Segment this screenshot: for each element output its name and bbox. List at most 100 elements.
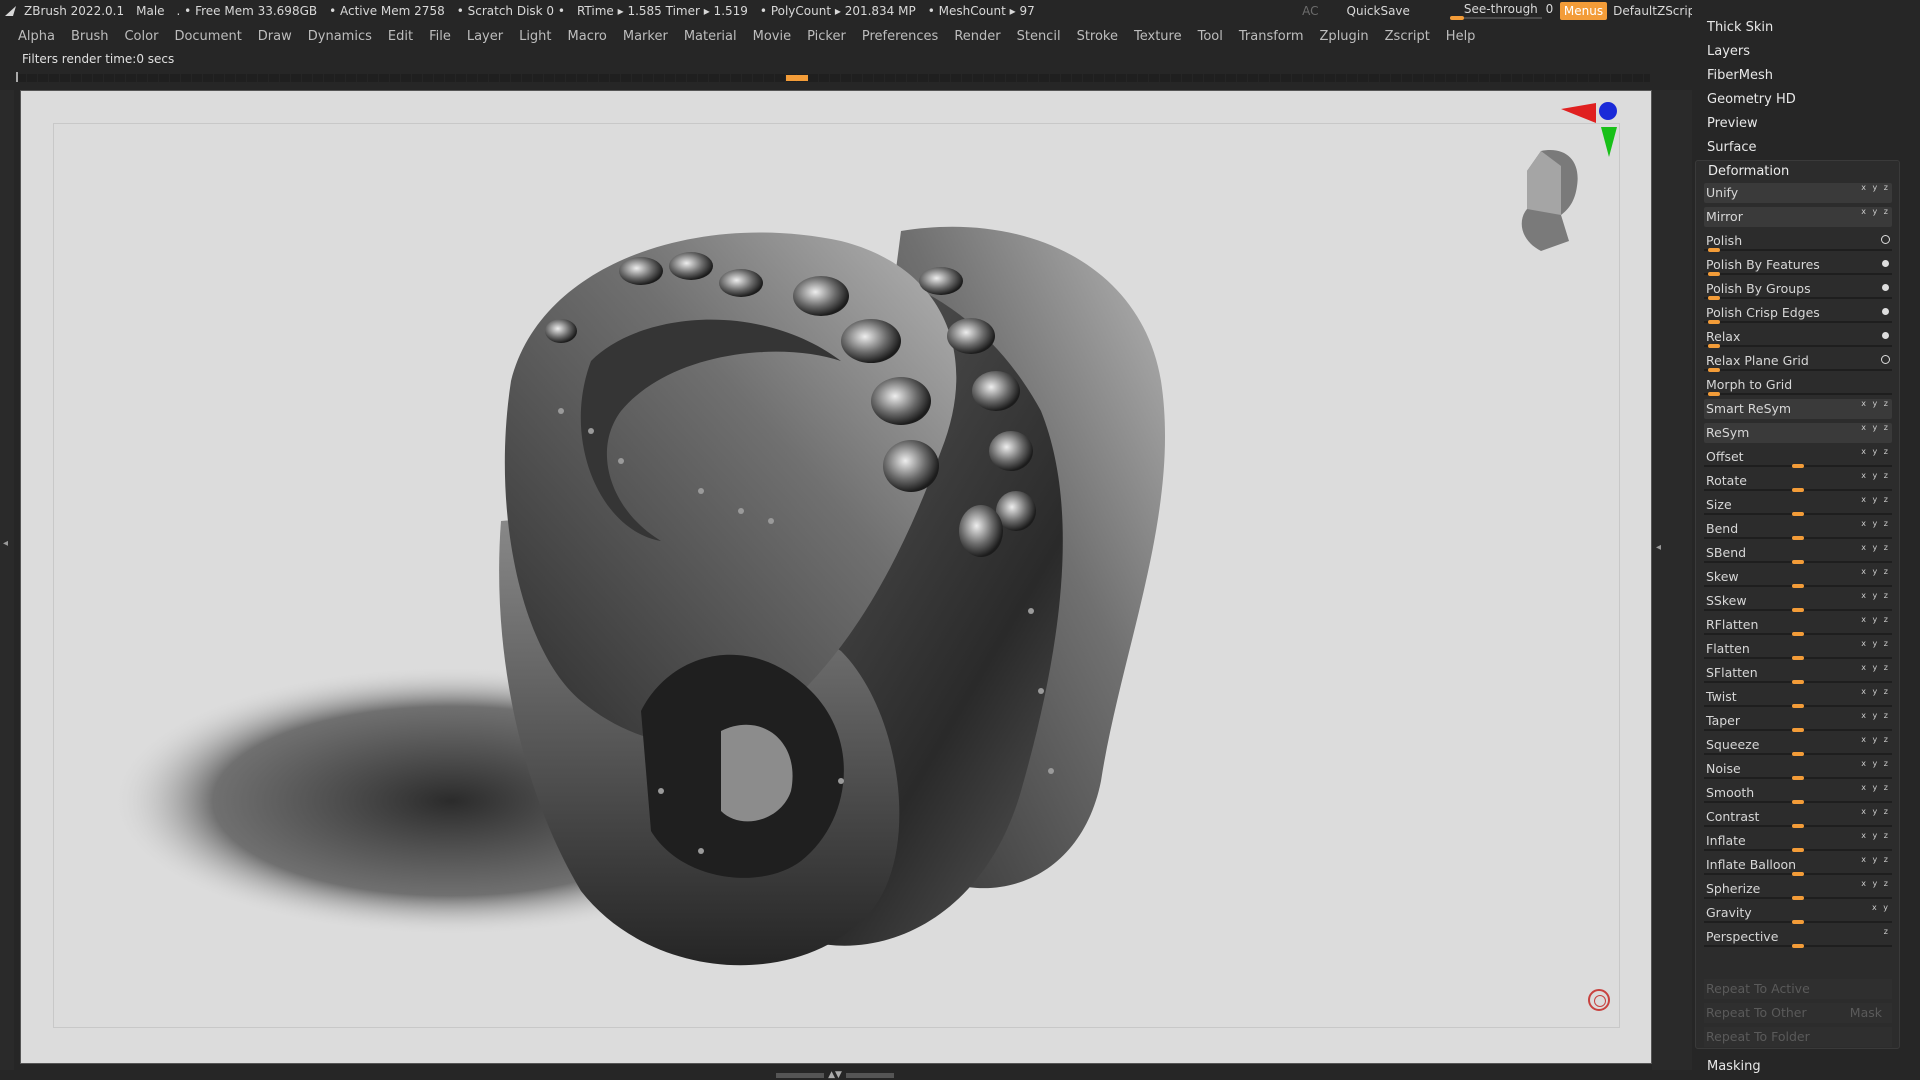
slider-knob[interactable] [1707,272,1720,276]
deform-twist-slider[interactable]: Twist x y z [1704,687,1892,708]
deform-relax-slider[interactable]: Relax [1704,327,1892,348]
axis-toggle-icon[interactable]: x y z [1861,471,1890,480]
menu-render[interactable]: Render [946,29,1008,44]
axis-toggle-icon[interactable]: x y z [1861,663,1890,672]
repeat-mask-button[interactable]: Mask [1850,1005,1882,1020]
deform-morph-to-grid-slider[interactable]: Morph to Grid [1704,375,1892,396]
expand-left-icon[interactable]: ◂ [3,538,8,549]
menu-alpha[interactable]: Alpha [0,29,63,44]
deform-perspective-slider[interactable]: Perspective z [1704,927,1892,948]
menu-macro[interactable]: Macro [560,29,615,44]
slider-knob[interactable] [1792,920,1804,924]
menu-preferences[interactable]: Preferences [854,29,946,44]
slider-knob[interactable] [1792,776,1804,780]
timeline-marker[interactable] [786,75,808,81]
deform-sskew-slider[interactable]: SSkew x y z [1704,591,1892,612]
slider-knob[interactable] [1792,512,1804,516]
menus-button[interactable]: Menus [1559,2,1608,20]
deform-bend-slider[interactable]: Bend x y z [1704,519,1892,540]
deform-inflate-slider[interactable]: Inflate x y z [1704,831,1892,852]
ac-toggle[interactable]: AC [1302,4,1318,18]
subpalette-geometry-hd[interactable]: Geometry HD [1707,92,1796,107]
left-tray[interactable]: ◂ [0,90,14,1070]
masking-subpalette-header[interactable]: Masking [1707,1059,1761,1074]
navigation-head-gizmo[interactable] [1521,102,1617,251]
axis-toggle-icon[interactable]: x y z [1861,735,1890,744]
menu-file[interactable]: File [421,29,459,44]
slider-knob[interactable] [1792,632,1804,636]
subpalette-preview[interactable]: Preview [1707,116,1758,131]
slider-knob[interactable] [1792,608,1804,612]
expand-right-icon[interactable]: ◂ [1656,542,1661,553]
menu-zplugin[interactable]: Zplugin [1312,29,1377,44]
option-toggle-icon[interactable] [1881,355,1890,364]
slider-knob[interactable] [1792,536,1804,540]
see-through-knob[interactable] [1449,16,1464,20]
axis-toggle-icon[interactable]: x y z [1861,711,1890,720]
slider-knob[interactable] [1707,248,1720,252]
right-tray[interactable]: ◂ [1652,90,1692,1070]
deform-mirror-button[interactable]: Mirror x y z [1704,207,1892,227]
deform-offset-slider[interactable]: Offset x y z [1704,447,1892,468]
slider-knob[interactable] [1792,824,1804,828]
menu-draw[interactable]: Draw [250,29,300,44]
menu-zscript[interactable]: Zscript [1377,29,1438,44]
slider-knob[interactable] [1707,344,1720,348]
subpalette-layers[interactable]: Layers [1707,44,1750,59]
menu-marker[interactable]: Marker [615,29,676,44]
axis-toggle-icon[interactable]: x y z [1861,687,1890,696]
subpalette-thick-skin[interactable]: Thick Skin [1707,20,1773,35]
deform-polish-by-groups-slider[interactable]: Polish By Groups [1704,279,1892,300]
slider-knob[interactable] [1792,800,1804,804]
deform-repeat-to-other-button[interactable]: Repeat To Other Mask [1704,1003,1892,1023]
slider-knob[interactable] [1792,704,1804,708]
axis-toggle-icon[interactable]: x y z [1861,519,1890,528]
slider-knob[interactable] [1792,488,1804,492]
deform-rflatten-slider[interactable]: RFlatten x y z [1704,615,1892,636]
axis-toggle-icon[interactable]: x y z [1861,207,1890,216]
deform-skew-slider[interactable]: Skew x y z [1704,567,1892,588]
axis-toggle-icon[interactable]: x y z [1861,399,1890,408]
menu-dynamics[interactable]: Dynamics [300,29,380,44]
axis-toggle-icon[interactable]: x y z [1861,183,1890,192]
default-zscript-button[interactable]: DefaultZScript [1613,4,1700,18]
option-toggle-icon[interactable] [1882,332,1889,339]
subpalette-surface[interactable]: Surface [1707,140,1757,155]
axis-toggle-icon[interactable]: x y z [1861,543,1890,552]
axis-toggle-icon[interactable]: z [1884,927,1890,936]
slider-knob[interactable] [1792,848,1804,852]
deform-polish-crisp-edges-slider[interactable]: Polish Crisp Edges [1704,303,1892,324]
slider-knob[interactable] [1792,872,1804,876]
quicksave-button[interactable]: QuickSave [1347,4,1410,18]
slider-knob[interactable] [1792,728,1804,732]
slider-knob[interactable] [1707,368,1720,372]
menu-edit[interactable]: Edit [380,29,421,44]
deform-smooth-slider[interactable]: Smooth x y z [1704,783,1892,804]
slider-knob[interactable] [1707,392,1720,396]
axis-toggle-icon[interactable]: x y z [1861,591,1890,600]
menu-tool[interactable]: Tool [1190,29,1231,44]
deform-repeat-to-active-button[interactable]: Repeat To Active [1704,979,1892,999]
axis-toggle-icon[interactable]: x y z [1861,831,1890,840]
deform-noise-slider[interactable]: Noise x y z [1704,759,1892,780]
deform-gravity-slider[interactable]: Gravity x y [1704,903,1892,924]
slider-knob[interactable] [1792,896,1804,900]
axis-toggle-icon[interactable]: x y z [1861,615,1890,624]
option-toggle-icon[interactable] [1882,260,1889,267]
option-toggle-icon[interactable] [1881,235,1890,244]
deform-smart-resym-button[interactable]: Smart ReSym x y z [1704,399,1892,419]
deform-polish-by-features-slider[interactable]: Polish By Features [1704,255,1892,276]
slider-knob[interactable] [1792,656,1804,660]
deform-taper-slider[interactable]: Taper x y z [1704,711,1892,732]
axis-toggle-icon[interactable]: x y z [1861,447,1890,456]
deform-size-slider[interactable]: Size x y z [1704,495,1892,516]
timeline-track[interactable] [16,74,1650,82]
deform-spherize-slider[interactable]: Spherize x y z [1704,879,1892,900]
deform-inflate-balloon-slider[interactable]: Inflate Balloon x y z [1704,855,1892,876]
slider-knob[interactable] [1792,584,1804,588]
deform-resym-button[interactable]: ReSym x y z [1704,423,1892,443]
menu-transform[interactable]: Transform [1231,29,1312,44]
subpalette-fibermesh[interactable]: FiberMesh [1707,68,1773,83]
menu-stroke[interactable]: Stroke [1069,29,1126,44]
menu-movie[interactable]: Movie [745,29,799,44]
